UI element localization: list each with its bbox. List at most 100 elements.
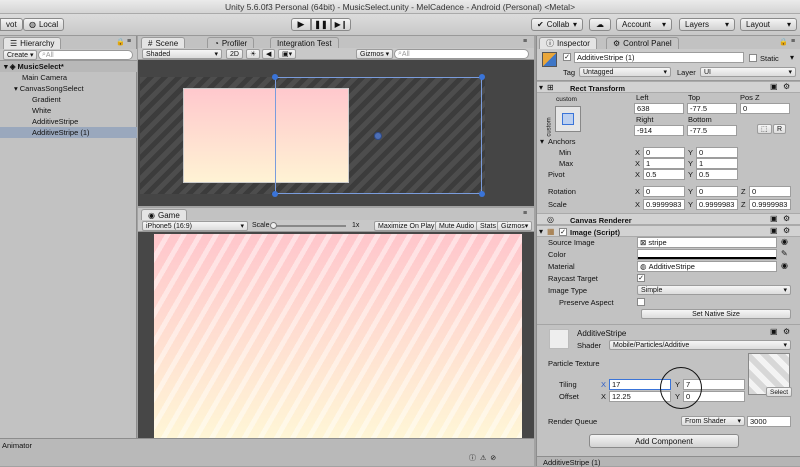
scene-gizmos-dropdown[interactable]: Gizmos ▾ [356,49,394,59]
handle-bottom-right[interactable] [479,191,485,197]
posz-field[interactable]: 0 [740,103,790,114]
render-queue-field[interactable]: 3000 [747,416,791,427]
max-x-field[interactable]: 1 [643,158,685,169]
chevron-down-icon[interactable]: ▾ [540,137,544,146]
tab-hierarchy[interactable]: ☰ Hierarchy [3,37,62,49]
account-button[interactable]: Account ▾ [616,18,672,31]
image-script-header[interactable]: ▾ ▦ ✓ Image (Script) ▣ ⚙ [537,225,800,237]
scale-slider[interactable] [270,222,346,229]
game-gizmos-dropdown[interactable]: Gizmos ▾ [497,221,533,231]
pivot-handle[interactable] [374,132,382,140]
help-icon[interactable]: ▣ [770,327,778,336]
shader-dropdown[interactable]: Mobile/Particles/Additive ▾ [609,340,791,350]
blueprint-mode-button[interactable]: ⬚ [757,124,772,134]
max-y-field[interactable]: 1 [696,158,738,169]
hierarchy-item-additive-stripe-1[interactable]: AdditiveStripe (1) [0,127,137,138]
hierarchy-item-gradient[interactable]: Gradient [0,94,137,105]
set-native-size-button[interactable]: Set Native Size [641,309,791,319]
create-dropdown[interactable]: Create ▾ [3,50,38,60]
hierarchy-item-additive-stripe[interactable]: AdditiveStripe [0,116,137,127]
rot-y-field[interactable]: 0 [696,186,738,197]
static-checkbox[interactable] [749,54,757,62]
audio-toggle[interactable]: ◀ [262,49,276,59]
lock-icon[interactable]: 🔒 [116,38,125,46]
pivot-toggle[interactable]: vot [0,18,23,31]
hierarchy-item-main-camera[interactable]: Main Camera [0,72,137,83]
scale-z-field[interactable]: 0.9999983 [749,199,791,210]
info-icon[interactable]: ⓘ [469,453,476,463]
help-icon[interactable]: ▣ [770,226,778,235]
hierarchy-item-white[interactable]: White [0,105,137,116]
hierarchy-search[interactable]: ⌕ All [38,50,133,60]
object-picker-icon[interactable]: ◉ [781,261,788,270]
lock-icon[interactable]: 🔒 [779,38,788,46]
game-view-render[interactable] [154,234,522,438]
handle-top-right[interactable] [479,74,485,80]
menu-icon[interactable]: ≡ [523,38,527,45]
step-button[interactable]: ▶❙ [331,18,351,31]
tag-dropdown[interactable]: Untagged ▾ [579,67,671,77]
gear-icon[interactable]: ⚙ [783,82,790,91]
local-toggle[interactable]: ◍ Local [23,18,65,31]
handle-top-left[interactable] [272,74,278,80]
play-button[interactable]: ▶ [291,18,311,31]
collab-button[interactable]: ✔ Collab ▾ [531,18,583,31]
help-icon[interactable]: ▣ [770,214,778,223]
top-field[interactable]: -77.5 [687,103,737,114]
canvas-renderer-header[interactable]: ◎ Canvas Renderer ▣ ⚙ [537,213,800,225]
render-queue-dropdown[interactable]: From Shader ▾ [681,416,745,426]
pivot-y-field[interactable]: 0.5 [696,169,738,180]
lighting-toggle[interactable]: ☀ [246,49,261,59]
add-component-button[interactable]: Add Component [589,434,739,448]
menu-icon[interactable]: ≡ [523,210,527,217]
object-picker-icon[interactable]: ◉ [781,237,788,246]
pivot-x-field[interactable]: 0.5 [643,169,685,180]
color-swatch[interactable] [637,249,777,260]
maximize-on-play-toggle[interactable]: Maximize On Play [374,221,439,231]
animator-tab[interactable]: Animator [2,441,32,450]
mute-audio-toggle[interactable]: Mute Audio [435,221,479,231]
image-type-dropdown[interactable]: Simple ▾ [637,285,791,295]
min-x-field[interactable]: 0 [643,147,685,158]
error-icon[interactable]: ⊘ [490,454,496,462]
tab-inspector[interactable]: ⓘ Inspector [539,37,597,49]
material-field[interactable]: ◍ AdditiveStripe [637,261,777,272]
scale-y-field[interactable]: 0.9999983 [696,199,738,210]
active-checkbox[interactable]: ✓ [563,53,571,61]
chevron-down-icon[interactable]: ▾ [790,53,794,62]
raycast-checkbox[interactable]: ✓ [637,274,645,282]
gear-icon[interactable]: ⚙ [783,214,790,223]
eyedropper-icon[interactable]: ✎ [781,249,788,258]
left-field[interactable]: 638 [634,103,684,114]
scene-search[interactable]: ⌕ All [394,49,529,59]
resolution-dropdown[interactable]: iPhone5 (16:9) ▾ [142,221,248,231]
layout-dropdown[interactable]: Layout ▾ [740,18,797,31]
raw-edit-button[interactable]: R [773,124,787,134]
handle-bottom-left[interactable] [272,191,278,197]
layers-dropdown[interactable]: Layers ▾ [679,18,735,31]
rot-z-field[interactable]: 0 [749,186,791,197]
image-enabled-checkbox[interactable]: ✓ [559,228,567,236]
cloud-button[interactable]: ☁ [589,18,611,31]
source-image-field[interactable]: ⊠ stripe [637,237,777,248]
bottom-field[interactable]: -77.5 [687,125,737,136]
warning-icon[interactable]: ⚠ [480,454,486,462]
mode-2d-toggle[interactable]: 2D [226,49,243,59]
rot-x-field[interactable]: 0 [643,186,685,197]
pause-button[interactable]: ❚❚ [311,18,331,31]
menu-icon[interactable]: ≡ [127,38,131,45]
help-icon[interactable]: ▣ [770,82,778,91]
preserve-aspect-checkbox[interactable] [637,298,645,306]
hierarchy-item-canvas[interactable]: ▾ CanvasSongSelect [0,83,137,94]
gear-icon[interactable]: ⚙ [783,226,790,235]
layer-dropdown[interactable]: UI ▾ [700,67,796,77]
effects-dropdown[interactable]: ▣ ▾ [278,49,297,59]
scene-root[interactable]: ▾ ◈ MusicSelect* [0,61,137,72]
texture-select-button[interactable]: Select [766,387,793,397]
anchor-presets-button[interactable] [555,106,581,132]
scene-viewport[interactable] [138,60,534,206]
tab-control-panel[interactable]: ⚙ Control Panel [606,37,679,49]
scale-slider-thumb[interactable] [270,222,277,229]
rect-transform-header[interactable]: ▾ ⊞ Rect Transform ▣ ⚙ [537,81,800,93]
object-name-field[interactable]: AdditiveStripe (1) [574,52,744,63]
